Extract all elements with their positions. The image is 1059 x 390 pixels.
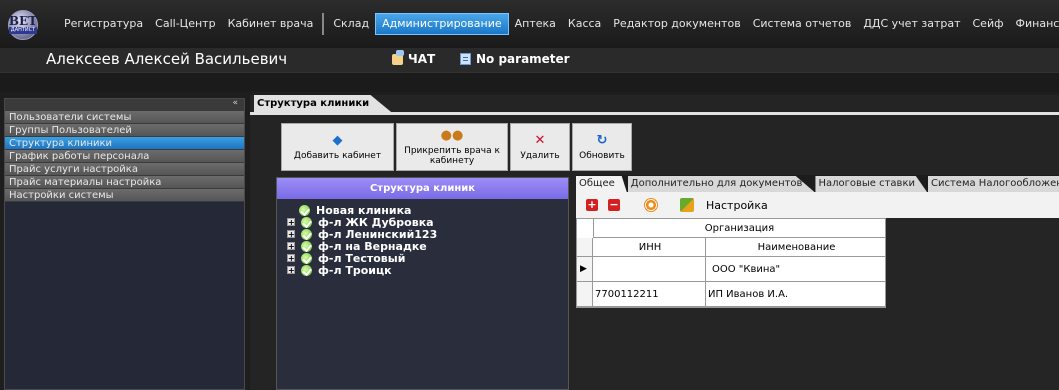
details-tabs: Общее Дополнительно для документов Налог… bbox=[576, 175, 1059, 192]
users-icon: ●● bbox=[440, 127, 464, 143]
main-menu: Регистратура Call-Центр Кабинет врача Ск… bbox=[58, 13, 1059, 35]
expand-icon[interactable]: + bbox=[287, 242, 295, 251]
check-circle-icon bbox=[301, 216, 312, 228]
cell-inn[interactable] bbox=[593, 257, 706, 282]
tree-node-branch[interactable]: + ф-л ЖК Дубровка bbox=[277, 216, 568, 229]
table-row[interactable]: 7700112211 ИП Иванов И.А. bbox=[577, 282, 885, 307]
top-menu-bar: BET ДАНТИСТ Регистратура Call-Центр Каби… bbox=[0, 0, 1059, 48]
sidebar-item-system-settings[interactable]: Настройки системы bbox=[5, 189, 244, 202]
main-toolbar: ◆ Добавить кабинет ●● Прикрепить врача к… bbox=[281, 123, 632, 171]
expand-icon[interactable]: + bbox=[287, 230, 295, 239]
tab-general[interactable]: Общее bbox=[576, 176, 627, 192]
add-cabinet-label: Добавить кабинет bbox=[293, 150, 382, 161]
sidebar-item-user-groups[interactable]: Группы Пользователей bbox=[5, 124, 244, 137]
add-row-icon[interactable]: + bbox=[586, 199, 598, 211]
current-row-icon: ▶ bbox=[577, 257, 593, 282]
menu-item-finance[interactable]: Финансы bbox=[1010, 14, 1059, 34]
expand-icon[interactable]: + bbox=[287, 218, 295, 227]
tree-node-branch[interactable]: + ф-л Ленинский123 bbox=[277, 228, 568, 241]
sidebar-item-system-users[interactable]: Пользователи системы bbox=[5, 111, 244, 124]
check-circle-icon bbox=[301, 264, 312, 276]
add-icon: ◆ bbox=[332, 132, 343, 148]
tree-node-branch[interactable]: + ф-л Троицк bbox=[277, 263, 568, 277]
cell-inn[interactable]: 7700112211 bbox=[593, 282, 706, 307]
menu-item-doctor-office[interactable]: Кабинет врача bbox=[222, 14, 320, 34]
delete-icon: ✕ bbox=[534, 132, 546, 148]
logo-subtext: ДАНТИСТ bbox=[8, 27, 38, 34]
tree-node-label: ф-л Троицк bbox=[318, 263, 392, 277]
check-circle-icon bbox=[301, 252, 312, 264]
sidebar-item-staff-schedule[interactable]: График работы персонала bbox=[5, 150, 244, 163]
main-panel: Структура клиники ◆ Добавить кабинет ●● … bbox=[250, 95, 1059, 390]
menu-item-warehouse[interactable]: Склад bbox=[327, 14, 375, 34]
menu-item-administration[interactable]: Администрирование bbox=[375, 13, 509, 35]
column-header-inn[interactable]: ИНН bbox=[593, 238, 706, 257]
tree-node-branch[interactable]: + ф-л на Вернадке bbox=[277, 240, 568, 253]
add-cabinet-button[interactable]: ◆ Добавить кабинет bbox=[281, 123, 394, 171]
user-bar: Алексеев Алексей Васильевич ЧАТ No param… bbox=[0, 48, 1059, 72]
parameter-button[interactable]: No parameter bbox=[460, 52, 570, 66]
refresh-button[interactable]: ↻ Обновить bbox=[572, 123, 632, 171]
expand-icon[interactable]: + bbox=[287, 266, 295, 275]
menu-item-safe[interactable]: Сейф bbox=[967, 14, 1010, 34]
user-name: Алексеев Алексей Васильевич bbox=[46, 50, 288, 68]
chat-label: ЧАТ bbox=[408, 52, 436, 66]
menu-divider bbox=[322, 13, 325, 35]
row-indicator bbox=[577, 282, 593, 307]
tree-node-branch[interactable]: + ф-л Тестовый bbox=[277, 252, 568, 265]
tree-title: Структура клиник bbox=[277, 178, 568, 199]
sidebar-header: « bbox=[5, 98, 244, 111]
chat-icon bbox=[392, 49, 404, 65]
row-indicator-header bbox=[577, 238, 593, 257]
sidebar-item-clinic-structure[interactable]: Структура клиники bbox=[5, 137, 244, 150]
menu-item-cashbox[interactable]: Касса bbox=[562, 14, 607, 34]
attach-doctor-label: Прикрепить врача к кабинету bbox=[404, 145, 500, 166]
grid-header-row: ИНН Наименование bbox=[577, 238, 885, 257]
grid-band-header: Организация bbox=[593, 219, 885, 238]
sidebar: « Пользователи системы Группы Пользовате… bbox=[4, 98, 245, 390]
tab-clinic-structure[interactable]: Структура клиники bbox=[254, 95, 392, 112]
check-circle-icon bbox=[299, 204, 310, 216]
attach-doctor-button[interactable]: ●● Прикрепить врача к кабинету bbox=[396, 123, 508, 171]
cell-name[interactable]: ИП Иванов И.А. bbox=[706, 282, 885, 307]
delete-label: Удалить bbox=[520, 150, 560, 161]
organization-grid: Организация ИНН Наименование ▶ ООО "Квин… bbox=[576, 218, 886, 308]
target-icon[interactable] bbox=[644, 198, 658, 212]
tab-underline bbox=[250, 112, 1059, 115]
settings-icon[interactable] bbox=[680, 198, 694, 212]
tab-tax-rates[interactable]: Налоговые ставки bbox=[815, 176, 927, 192]
table-row[interactable]: ▶ ООО "Квина" bbox=[577, 257, 885, 282]
check-circle-icon bbox=[301, 240, 312, 252]
tab-document-extras[interactable]: Дополнительно для документов bbox=[627, 176, 815, 192]
refresh-icon: ↻ bbox=[596, 132, 608, 148]
tree-node-root[interactable]: Новая клиника bbox=[277, 204, 568, 217]
app-logo: BET ДАНТИСТ bbox=[8, 10, 38, 40]
cell-name[interactable]: ООО "Квина" bbox=[706, 257, 885, 282]
sidebar-item-material-prices[interactable]: Прайс материалы настройка bbox=[5, 176, 244, 189]
parameter-label: No parameter bbox=[476, 52, 570, 66]
refresh-label: Обновить bbox=[579, 150, 625, 161]
check-circle-icon bbox=[301, 228, 312, 240]
menu-item-reports[interactable]: Система отчетов bbox=[747, 14, 858, 34]
menu-item-document-editor[interactable]: Редактор документов bbox=[607, 14, 746, 34]
tab-tax-system[interactable]: Система Налогообложения bbox=[928, 176, 1059, 192]
collapse-icon[interactable]: « bbox=[232, 98, 238, 108]
remove-row-icon[interactable]: − bbox=[608, 199, 620, 211]
menu-item-call-center[interactable]: Call-Центр bbox=[149, 14, 221, 34]
logo-text: BET bbox=[8, 14, 38, 28]
details-toolbar: + − Настройка bbox=[576, 192, 1059, 218]
menu-item-registratura[interactable]: Регистратура bbox=[58, 14, 149, 34]
clinic-tree: Структура клиник Новая клиника + ф-л ЖК … bbox=[276, 177, 569, 390]
chat-button[interactable]: ЧАТ bbox=[392, 49, 436, 66]
delete-button[interactable]: ✕ Удалить bbox=[510, 123, 570, 171]
column-header-name[interactable]: Наименование bbox=[706, 238, 885, 257]
settings-link[interactable]: Настройка bbox=[706, 199, 768, 212]
menu-item-pharmacy[interactable]: Аптека bbox=[509, 14, 562, 34]
sidebar-item-service-prices[interactable]: Прайс услуги настройка bbox=[5, 163, 244, 176]
expand-icon[interactable]: + bbox=[287, 254, 295, 263]
separator-bar bbox=[0, 72, 1059, 92]
details-panel: Общее Дополнительно для документов Налог… bbox=[576, 175, 1059, 390]
document-icon bbox=[460, 53, 471, 65]
menu-item-cost-accounting[interactable]: ДДС учет затрат bbox=[857, 14, 966, 34]
